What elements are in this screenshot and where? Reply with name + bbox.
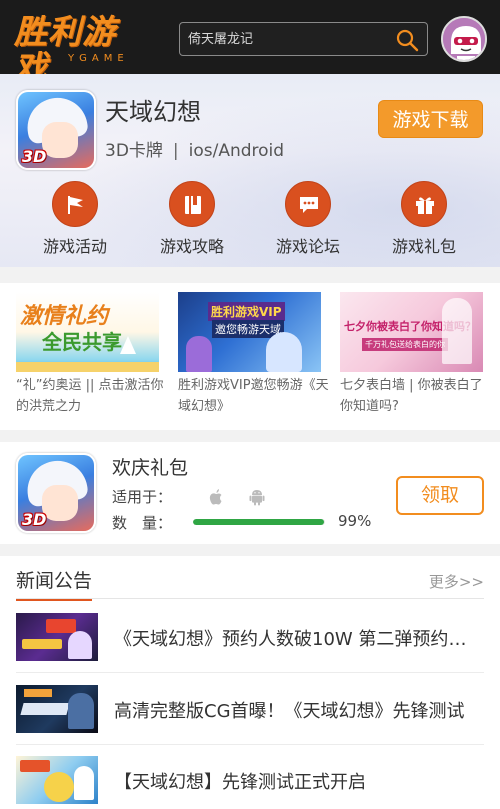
nav-icon-circle	[169, 181, 215, 227]
news-thumbnail	[16, 756, 98, 804]
apple-icon	[209, 489, 222, 505]
search-box	[179, 22, 428, 56]
gift-progress-bar	[193, 519, 325, 525]
promo-caption: 胜利游戏VIP邀您畅游《天域幻想》	[178, 378, 329, 414]
promo-banner-title: 胜利游戏VIP	[208, 302, 285, 321]
game-title: 天域幻想	[105, 98, 201, 126]
game-platforms: ios/Android	[188, 141, 285, 161]
gift-pack-section: 3D 欢庆礼包 适用于： 数 量： 99% 领取	[0, 442, 500, 544]
gift-progress-text: 99%	[338, 512, 372, 530]
gift-progress-fill	[193, 519, 324, 525]
promo-banner-subtitle: 千万礼包送给表白的你	[362, 338, 448, 351]
game-icon-badge: 3D	[22, 147, 47, 166]
gift-icon	[416, 197, 434, 214]
gift-icon-badge: 3D	[22, 510, 47, 529]
promo-banner: 激情礼约 全民共享	[16, 292, 159, 372]
promo-banner-subtitle: 全民共享	[42, 330, 122, 354]
nav-item-forum[interactable]: 游戏论坛	[253, 181, 363, 257]
news-thumbnail	[16, 685, 98, 733]
game-meta: 3D卡牌 | ios/Android	[105, 136, 284, 161]
search-input[interactable]	[180, 23, 390, 55]
news-section-title: 新闻公告	[16, 566, 93, 601]
promo-card-vip[interactable]: 胜利游戏VIP 邀您畅游天域 胜利游戏VIP邀您畅游《天域幻想》	[178, 292, 329, 417]
android-icon	[249, 490, 265, 506]
avatar-icon	[443, 18, 485, 60]
gift-quantity-label: 数 量：	[112, 514, 173, 532]
top-header: 胜利游戏 YGAME	[0, 0, 500, 86]
game-icon: 3D	[16, 90, 96, 170]
promo-caption: 七夕表白墙 | 你被表白了你知道吗?	[340, 378, 483, 414]
nav-item-guides[interactable]: 游戏攻略	[137, 181, 247, 257]
nav-icon-circle	[285, 181, 331, 227]
nav-label: 游戏活动	[42, 237, 107, 256]
news-item[interactable]: 【天域幻想】先锋测试正式开启	[16, 756, 484, 809]
site-logo[interactable]: 胜利游戏 YGAME	[14, 14, 148, 86]
news-item[interactable]: 高清完整版CG首曝！《天域幻想》先锋测试	[16, 685, 484, 745]
game-download-button[interactable]: 游戏下载	[378, 100, 483, 138]
meta-separator: |	[172, 141, 179, 161]
news-thumbnail	[16, 613, 98, 661]
news-divider	[16, 672, 484, 673]
promo-caption: “礼”约奥运 || 点击激活你的洪荒之力	[16, 378, 164, 414]
nav-item-activities[interactable]: 游戏活动	[20, 181, 130, 257]
gift-applies-label: 适用于：	[112, 488, 173, 506]
news-title: 【天域幻想】先锋测试正式开启	[114, 772, 366, 793]
search-icon[interactable]	[395, 28, 419, 52]
gift-title: 欢庆礼包	[112, 457, 189, 479]
news-title: 高清完整版CG首曝！《天域幻想》先锋测试	[114, 701, 465, 722]
promo-banner: 胜利游戏VIP 邀您畅游天域	[178, 292, 321, 372]
news-section: 新闻公告 更多>> 《天域幻想》预约人数破10W 第二弹预约开启 高清完整版CG…	[0, 556, 500, 809]
news-more-link[interactable]: 更多>>	[429, 571, 484, 592]
news-divider	[16, 744, 484, 745]
nav-icon-circle	[52, 181, 98, 227]
nav-item-gifts[interactable]: 游戏礼包	[369, 181, 479, 257]
news-header-divider	[16, 598, 484, 599]
promo-section: 激情礼约 全民共享 “礼”约奥运 || 点击激活你的洪荒之力 胜利游戏VIP 邀…	[0, 283, 500, 430]
chat-bubble-icon	[300, 197, 318, 213]
sailboat-icon	[120, 336, 136, 354]
user-avatar[interactable]	[441, 16, 487, 62]
game-genre: 3D卡牌	[105, 141, 163, 161]
nav-icon-circle	[401, 181, 447, 227]
promo-banner: 七夕你被表白了你知道吗？ 千万礼包送给表白的你	[340, 292, 483, 372]
news-title: 《天域幻想》预约人数破10W 第二弹预约开启	[114, 629, 484, 650]
nav-label: 游戏礼包	[391, 237, 456, 256]
flag-icon	[68, 196, 83, 214]
nav-label: 游戏论坛	[275, 237, 340, 256]
logo-subtext: YGAME	[68, 53, 129, 64]
gift-game-icon: 3D	[16, 453, 96, 533]
promo-card-qixi[interactable]: 七夕你被表白了你知道吗？ 千万礼包送给表白的你 七夕表白墙 | 你被表白了你知道…	[340, 292, 486, 417]
promo-card-olympics[interactable]: 激情礼约 全民共享 “礼”约奥运 || 点击激活你的洪荒之力	[16, 292, 164, 417]
book-icon	[185, 196, 201, 214]
quick-nav: 游戏活动 游戏攻略 游戏论坛 游戏礼包	[0, 181, 500, 256]
news-item[interactable]: 《天域幻想》预约人数破10W 第二弹预约开启	[16, 613, 484, 673]
nav-label: 游戏攻略	[159, 237, 224, 256]
claim-gift-button[interactable]: 领取	[396, 476, 484, 515]
